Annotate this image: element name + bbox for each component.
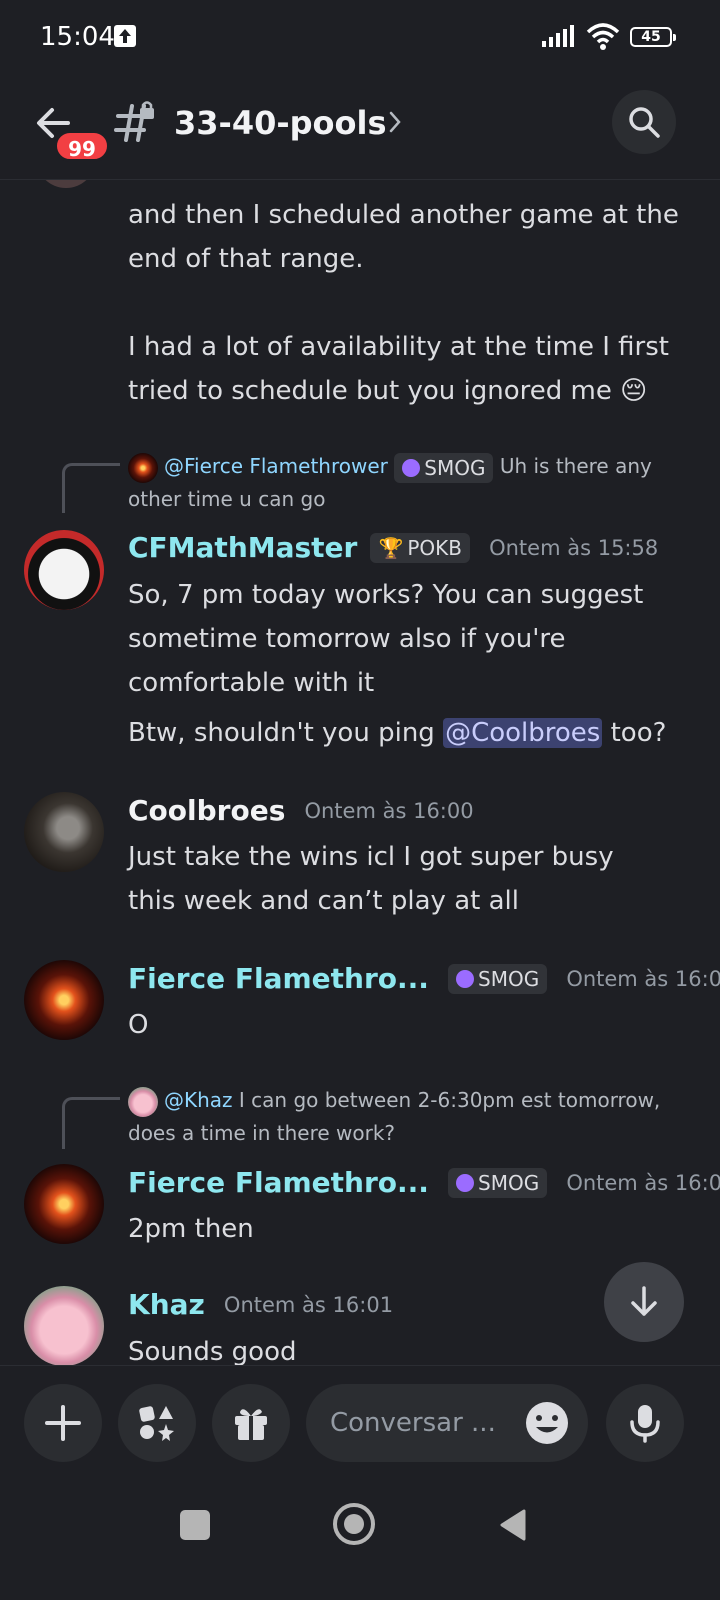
microphone-icon bbox=[630, 1405, 660, 1443]
timestamp: Ontem às 16:01 bbox=[566, 966, 720, 991]
role-tag: SMOG bbox=[394, 452, 494, 483]
message-text: 2pm then bbox=[128, 1214, 254, 1244]
app-root: 15:04 45 99 33-40-pools Not really, I wo bbox=[0, 0, 720, 1600]
system-back-button[interactable] bbox=[498, 1508, 528, 1546]
system-navigation-bar bbox=[0, 1480, 720, 1600]
reply-mention[interactable]: @Khaz bbox=[164, 1088, 233, 1112]
role-tag: SMOG bbox=[448, 1167, 548, 1198]
role-tag: SMOG bbox=[448, 963, 548, 994]
recent-apps-button[interactable] bbox=[180, 1510, 210, 1540]
unread-badge: 99 bbox=[54, 130, 110, 162]
user-mention[interactable]: @Coolbroes bbox=[443, 718, 603, 748]
message-header: Khaz Ontem às 16:01 bbox=[128, 1288, 393, 1332]
status-bar: 15:04 45 bbox=[0, 0, 720, 80]
role-label: POKB bbox=[407, 535, 462, 560]
reply-connector bbox=[62, 1097, 120, 1149]
message-text-part: too? bbox=[602, 718, 667, 748]
username[interactable]: Fierce Flamethro... bbox=[128, 1166, 429, 1199]
channel-header: 99 33-40-pools bbox=[0, 80, 720, 180]
message-text: I had a lot of availability at the time … bbox=[128, 332, 669, 362]
message-text: and then I scheduled another game at the bbox=[128, 200, 679, 230]
username[interactable]: CFMathMaster bbox=[128, 531, 357, 564]
message-text: end of that range. bbox=[128, 244, 364, 274]
home-button[interactable] bbox=[333, 1503, 375, 1545]
message-header: Fierce Flamethro... SMOG Ontem às 16:01 bbox=[128, 962, 720, 1006]
avatar[interactable] bbox=[24, 960, 104, 1040]
message-header: CFMathMaster 🏆 POKB Ontem às 15:58 bbox=[128, 531, 658, 575]
reply-preview[interactable]: @Khaz I can go between 2-6:30pm est tomo… bbox=[128, 1084, 688, 1150]
avatar[interactable] bbox=[24, 792, 104, 872]
channel-name[interactable]: 33-40-pools bbox=[174, 104, 387, 142]
hashtag-lock-icon bbox=[114, 100, 158, 148]
upload-notification-icon bbox=[114, 25, 136, 47]
message-header: Fierce Flamethro... SMOG Ontem às 16:01 bbox=[128, 1166, 720, 1210]
timestamp: Ontem às 16:01 bbox=[223, 1292, 394, 1317]
message-input-container[interactable] bbox=[306, 1384, 588, 1462]
message-text-part: Btw, shouldn't you ping bbox=[128, 718, 444, 748]
gift-icon bbox=[235, 1409, 267, 1440]
message-text: tried to schedule but you ignored me 😔 bbox=[128, 369, 647, 413]
search-button[interactable] bbox=[612, 90, 676, 154]
message-text: So, 7 pm today works? You can suggest bbox=[128, 580, 644, 610]
message-text: O bbox=[128, 1010, 149, 1040]
jump-to-present-button[interactable] bbox=[604, 1262, 684, 1342]
reply-text: Uh is there any bbox=[499, 454, 652, 478]
smog-role-icon bbox=[402, 458, 421, 477]
timestamp: Ontem às 15:58 bbox=[489, 535, 659, 560]
message-text: Btw, shouldn't you ping @Coolbroes too? bbox=[128, 711, 666, 755]
message-text: comfortable with it bbox=[128, 668, 375, 698]
reply-connector bbox=[62, 463, 120, 513]
plus-icon bbox=[45, 1405, 81, 1441]
apps-icon bbox=[139, 1406, 174, 1441]
role-label: SMOG bbox=[478, 1170, 540, 1195]
add-attachment-button[interactable] bbox=[24, 1384, 102, 1462]
battery-indicator: 45 bbox=[630, 27, 676, 47]
message-text: this week and can’t play at all bbox=[128, 886, 519, 916]
message-text: sometime tomorrow also if you're bbox=[128, 624, 566, 654]
triangle-back-icon bbox=[500, 1509, 526, 1541]
message-text: Just take the wins icl I got super busy bbox=[128, 842, 614, 872]
username[interactable]: Fierce Flamethro... bbox=[128, 962, 429, 995]
message-composer bbox=[0, 1365, 720, 1480]
message-header: Coolbroes Ontem às 16:00 bbox=[128, 794, 474, 838]
wifi-icon bbox=[586, 22, 620, 54]
reply-text: other time u can go bbox=[128, 487, 326, 511]
message-text: Not really, I work in the morning till t… bbox=[128, 180, 656, 188]
role-tag: 🏆 POKB bbox=[370, 532, 470, 563]
avatar bbox=[128, 452, 158, 483]
smog-role-icon bbox=[456, 969, 475, 988]
reply-preview[interactable]: @Fierce Flamethrower SMOG Uh is there an… bbox=[128, 450, 688, 516]
status-time: 15:04 bbox=[40, 22, 115, 52]
reply-text: does a time in there work? bbox=[128, 1121, 396, 1145]
username[interactable]: Khaz bbox=[128, 1288, 205, 1321]
search-icon bbox=[629, 107, 660, 138]
apps-button[interactable] bbox=[118, 1384, 196, 1462]
emoji-button[interactable] bbox=[524, 1400, 570, 1446]
timestamp: Ontem às 16:00 bbox=[304, 798, 474, 823]
username[interactable]: Coolbroes bbox=[128, 794, 285, 827]
avatar bbox=[128, 1086, 158, 1117]
chevron-right-icon[interactable] bbox=[388, 110, 402, 138]
gift-button[interactable] bbox=[212, 1384, 290, 1462]
role-label: SMOG bbox=[424, 455, 486, 480]
reply-mention[interactable]: @Fierce Flamethrower bbox=[164, 454, 388, 478]
avatar[interactable] bbox=[24, 1286, 104, 1366]
avatar bbox=[36, 180, 96, 188]
reply-text: I can go between 2-6:30pm est tomorrow, bbox=[238, 1088, 661, 1112]
trophy-icon: 🏆 bbox=[378, 535, 404, 560]
avatar[interactable] bbox=[24, 1164, 104, 1244]
message-text-line: tried to schedule but you ignored me bbox=[128, 376, 612, 406]
signal-icon bbox=[542, 24, 576, 52]
smog-role-icon bbox=[456, 1173, 475, 1192]
avatar[interactable] bbox=[24, 530, 104, 610]
voice-message-button[interactable] bbox=[606, 1384, 684, 1462]
role-label: SMOG bbox=[478, 966, 540, 991]
message-list[interactable]: Not really, I work in the morning till t… bbox=[0, 180, 720, 1390]
emoji-icon bbox=[526, 1402, 568, 1444]
message-input[interactable] bbox=[330, 1403, 530, 1443]
arrow-down-icon bbox=[631, 1286, 657, 1316]
pensive-emoji: 😔 bbox=[620, 376, 648, 406]
timestamp: Ontem às 16:01 bbox=[566, 1170, 720, 1195]
